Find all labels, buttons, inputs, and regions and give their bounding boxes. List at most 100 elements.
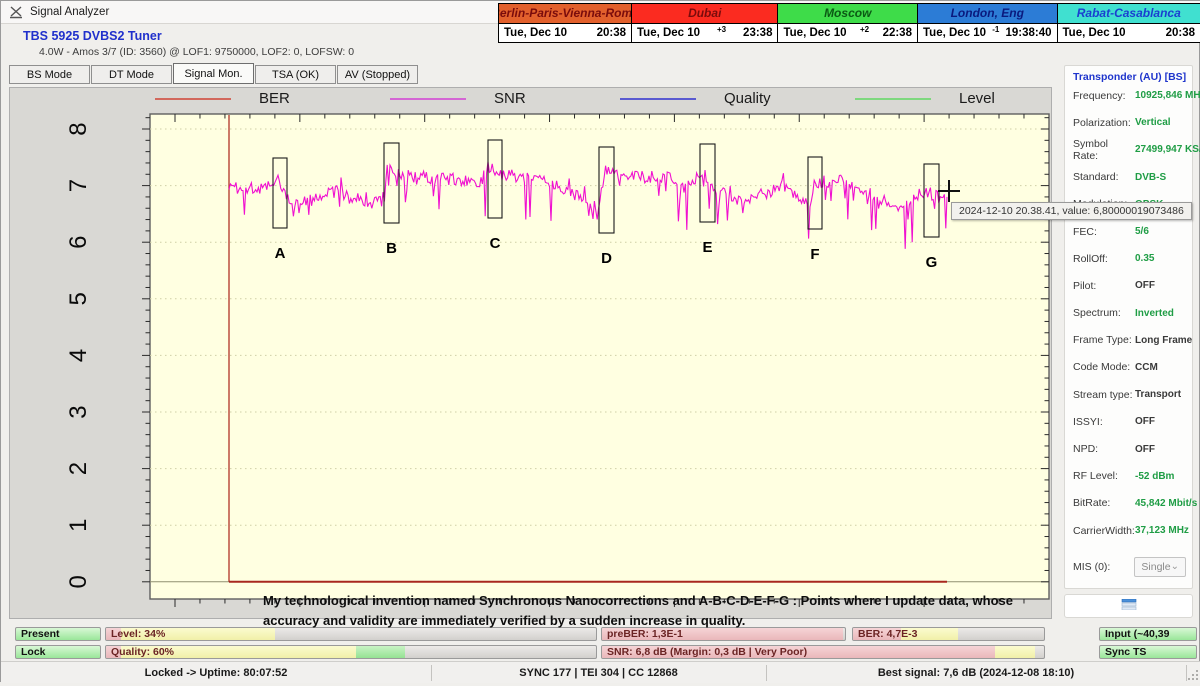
quality-meter: Quality: 60% (105, 645, 597, 659)
transponder-row: Spectrum:Inverted (1073, 300, 1188, 327)
mis-row: MIS (0): Single ⌄ (1073, 556, 1186, 578)
tuner-name: TBS 5925 DVBS2 Tuner (23, 29, 162, 43)
chevron-down-icon: ⌄ (1171, 562, 1179, 572)
transponder-row: BitRate:45,842 Mbit/s (1073, 490, 1188, 517)
transponder-panel: Transponder (AU) [BS] Frequency:10925,84… (1064, 65, 1193, 589)
clock-column-3: London, EngTue, Dec 10-119:38:40 (918, 4, 1058, 42)
transponder-label: Polarization: (1073, 117, 1135, 129)
clock-city: Berlin-Paris-Vienna-Roma (499, 4, 631, 24)
transponder-label: Code Mode: (1073, 361, 1135, 373)
transponder-value: 5/6 (1135, 226, 1149, 237)
snr-meter: SNR: 6,8 dB (Margin: 0,3 dB | Very Poor) (601, 645, 1045, 659)
clock-time: Tue, Dec 10-119:38:40 (918, 24, 1057, 43)
tuner-details: 4.0W - Amos 3/7 (ID: 3560) @ LOF1: 97500… (39, 46, 354, 58)
svg-text:E: E (702, 239, 712, 256)
analyzer-app-icon (9, 5, 23, 19)
clock-date: Tue, Dec 10 (783, 27, 846, 39)
svg-text:4: 4 (65, 349, 92, 362)
legend-swatch (390, 98, 466, 100)
legend-label: Quality (724, 90, 771, 107)
transponder-row: Standard:DVB-S (1073, 164, 1188, 191)
chart-tooltip: 2024-12-10 20.38.41, value: 6,8000001907… (951, 202, 1192, 220)
window-title: Signal Analyzer (30, 6, 109, 18)
transponder-label: Frame Type: (1073, 334, 1135, 346)
snr-label: SNR: 6,8 dB (Margin: 0,3 dB | Very Poor) (607, 646, 807, 658)
legend-item-snr: SNR (390, 90, 526, 107)
svg-text:D: D (601, 250, 612, 267)
transponder-row: ISSYI:OFF (1073, 408, 1188, 435)
mis-label: MIS (0): (1073, 561, 1134, 573)
svg-text:2: 2 (65, 462, 92, 475)
clock-value: 23:38 (743, 27, 772, 39)
transponder-rows: Frequency:10925,846 MHzPolarization:Vert… (1073, 82, 1188, 544)
transponder-value: 37,123 MHz (1135, 525, 1189, 536)
legend-swatch (620, 98, 696, 100)
transponder-label: FEC: (1073, 226, 1135, 238)
clock-date: Tue, Dec 10 (923, 27, 986, 39)
clock-city: Dubai (632, 4, 777, 24)
world-clock-table: Berlin-Paris-Vienna-Roma Tue, Dec 10 20:38… (498, 3, 1200, 43)
transponder-row: Stream type:Transport (1073, 381, 1188, 408)
transponder-row: FEC:5/6 (1073, 218, 1188, 245)
svg-text:B: B (386, 240, 397, 257)
tab-bs-mode[interactable]: BS Mode (9, 65, 90, 84)
meter-segment (356, 646, 405, 658)
resize-grip[interactable] (1188, 668, 1199, 686)
tab-dt-mode[interactable]: DT Mode (91, 65, 172, 84)
input-meter: Input (~40,39 Mbps) (1099, 627, 1197, 641)
transponder-label: BitRate: (1073, 497, 1135, 509)
transponder-value: OFF (1135, 280, 1155, 291)
transponder-value: 10925,846 MHz (1135, 90, 1200, 101)
mis-selected-value: Single (1141, 561, 1170, 573)
transponder-row: Pilot:OFF (1073, 272, 1188, 299)
transponder-value: Long Frame (1135, 335, 1192, 346)
legend-item-level: Level (855, 90, 995, 107)
tab-signal-mon[interactable]: Signal Mon. (173, 63, 254, 84)
svg-text:8: 8 (65, 122, 92, 135)
legend-item-quality: Quality (620, 90, 771, 107)
transponder-label: Frequency: (1073, 90, 1135, 102)
transponder-row: Code Mode:CCM (1073, 354, 1188, 381)
transponder-value: 45,842 Mbit/s (1135, 498, 1197, 509)
clock-value: 19:38:40 (1005, 27, 1051, 39)
status-bar: Locked -> Uptime: 80:07:52 SYNC 177 | TE… (1, 661, 1200, 683)
clock-value: 20:38 (597, 27, 626, 39)
transponder-row: CarrierWidth:37,123 MHz (1073, 517, 1188, 544)
transponder-value: 27499,947 KS/s (1135, 144, 1200, 155)
clock-date: Tue, Dec 10 (637, 27, 700, 39)
transponder-value: -52 dBm (1135, 471, 1174, 482)
present-meter: Present (15, 627, 101, 641)
mis-dropdown[interactable]: Single ⌄ (1134, 557, 1186, 577)
panel-action-button[interactable] (1064, 594, 1193, 618)
tab-tsa-ok[interactable]: TSA (OK) (255, 65, 336, 84)
transponder-row: RollOff:0.35 (1073, 245, 1188, 272)
level-label: Level: 34% (111, 628, 165, 640)
svg-text:5: 5 (65, 292, 92, 305)
clock-column-2: Moscow Tue, Dec 10 +2 22:38 (778, 4, 918, 42)
syncts-label: Sync TS (1105, 646, 1146, 658)
signal-plot[interactable]: 876543210ABCDEFG (10, 88, 1051, 618)
transponder-row: NPD:OFF (1073, 435, 1188, 462)
svg-text:7: 7 (65, 179, 92, 192)
clock-time: Tue, Dec 10 +2 22:38 (778, 24, 917, 43)
transponder-label: Pilot: (1073, 280, 1135, 292)
transponder-row: Polarization:Vertical (1073, 109, 1188, 136)
svg-text:1: 1 (65, 519, 92, 532)
clock-value: 22:38 (883, 27, 912, 39)
svg-text:F: F (810, 246, 819, 263)
transponder-value: CCM (1135, 362, 1158, 373)
svg-text:0: 0 (65, 575, 92, 588)
signal-chart-panel: 876543210ABCDEFG My technological invent… (9, 87, 1052, 619)
clock-utc-offset: +3 (717, 25, 726, 34)
tab-av-stopped[interactable]: AV (Stopped) (337, 65, 418, 84)
clock-date: Tue, Dec 10 (1063, 27, 1126, 39)
ber-label: BER: 4,7E-3 (858, 628, 918, 640)
transponder-label: ISSYI: (1073, 416, 1135, 428)
clock-time: Tue, Dec 10 +3 23:38 (632, 24, 777, 43)
clock-utc-offset: +2 (860, 25, 869, 34)
meter-segment (995, 646, 1035, 658)
clock-city: Moscow (778, 4, 917, 24)
clock-column-4: Rabat-CasablancaTue, Dec 1020:38 (1058, 4, 1200, 42)
stripes-icon (1121, 597, 1137, 615)
transponder-value: DVB-S (1135, 172, 1166, 183)
